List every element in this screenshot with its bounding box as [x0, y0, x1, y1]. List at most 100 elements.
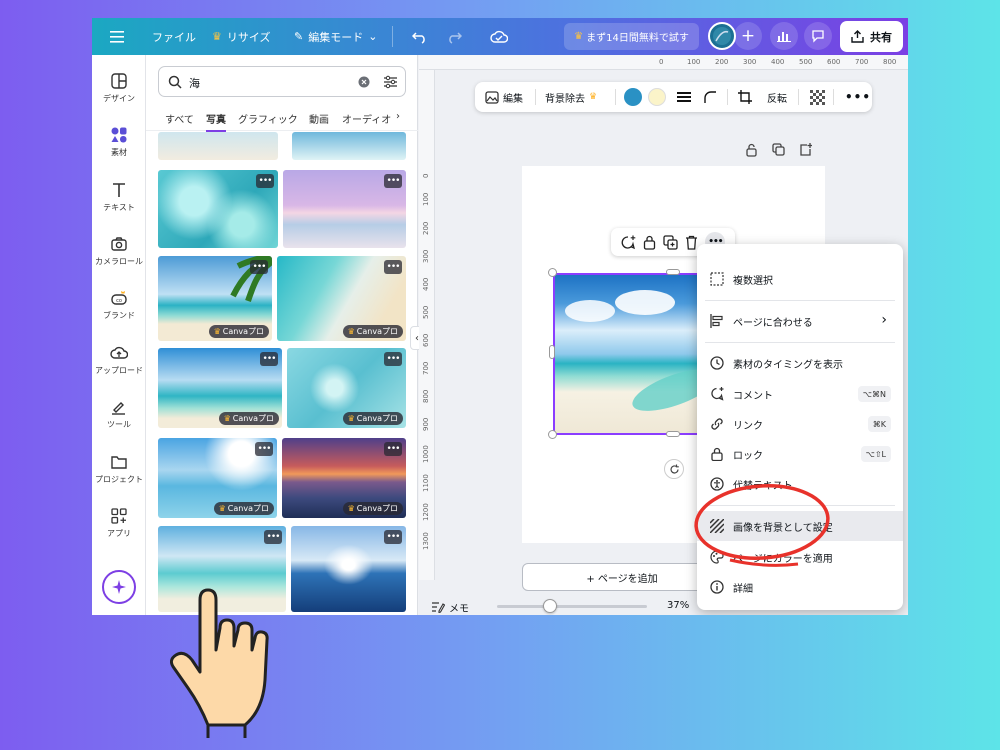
cloud-save-icon[interactable]	[490, 18, 508, 55]
more-icon[interactable]: •••	[256, 174, 274, 188]
edit-image-button[interactable]: 編集	[485, 82, 523, 112]
add-collaborator-icon[interactable]: +	[734, 22, 762, 50]
sidebar-item-projects[interactable]: プロジェクト	[92, 453, 146, 485]
filter-icon[interactable]	[383, 75, 398, 89]
tab-graphics[interactable]: グラフィック	[238, 111, 298, 126]
avatar[interactable]	[708, 22, 736, 50]
tab-all[interactable]: すべて	[165, 111, 194, 126]
flip-button[interactable]: 反転	[767, 82, 787, 112]
color-swatch-blue[interactable]	[624, 82, 642, 112]
more-options-icon[interactable]: •••	[845, 82, 871, 112]
photo-thumbnail[interactable]: ••• ♛ Canvaプロ	[287, 348, 406, 428]
photo-thumbnail[interactable]: •••	[283, 170, 406, 248]
resize-handle[interactable]	[666, 269, 680, 275]
duplicate-page-icon[interactable]	[772, 143, 785, 157]
bg-remove-button[interactable]: 背景除去 ♛	[545, 82, 597, 112]
color-swatch-cream[interactable]	[648, 82, 666, 112]
photo-thumbnail[interactable]: ••• ♛ Canvaプロ	[158, 348, 282, 428]
more-icon[interactable]: •••	[384, 260, 402, 274]
photo-thumbnail[interactable]: ••• ♛ Canvaプロ	[282, 438, 406, 518]
undo-icon[interactable]	[412, 18, 428, 55]
sidebar-item-upload[interactable]: アップロード	[92, 344, 146, 376]
tab-photos[interactable]: 写真	[206, 111, 226, 132]
duplicate-icon[interactable]	[663, 234, 678, 250]
sidebar-item-tools[interactable]: ツール	[92, 398, 146, 430]
more-icon[interactable]: •••	[384, 174, 402, 188]
trash-icon[interactable]	[685, 235, 698, 250]
zoom-slider-knob[interactable]	[542, 599, 557, 613]
tab-audio[interactable]: オーディオ	[342, 111, 394, 126]
divider	[392, 26, 393, 47]
resize-handle[interactable]	[549, 345, 555, 359]
resize-button[interactable]: ♛ リサイズ	[212, 18, 271, 55]
search-input[interactable]: 海	[189, 75, 200, 91]
menu-icon[interactable]	[110, 18, 126, 55]
sidebar-item-text[interactable]: テキスト	[92, 181, 146, 213]
border-style-icon[interactable]	[677, 82, 691, 112]
share-button[interactable]: 共有	[840, 21, 903, 52]
folder-icon	[111, 456, 127, 469]
lock-page-icon[interactable]	[745, 143, 758, 157]
magic-button[interactable]	[102, 570, 136, 604]
clear-icon[interactable]	[358, 76, 370, 88]
edit-mode-button[interactable]: ✎ 編集モード ⌄	[294, 18, 377, 55]
bg-remove-label: 背景除去	[545, 93, 585, 105]
more-icon[interactable]: •••	[250, 260, 268, 274]
trial-button[interactable]: ♛ まず14日間無料で試す	[564, 23, 699, 50]
selected-image[interactable]	[553, 273, 707, 435]
photo-thumbnail[interactable]: •••	[158, 170, 278, 248]
menu-item-show-timing[interactable]: 素材のタイミングを表示	[697, 348, 903, 378]
menu-item-comment[interactable]: コメント ⌥⌘N	[697, 379, 903, 409]
sidebar-item-camera-roll[interactable]: カメラロール	[92, 235, 146, 267]
redo-icon[interactable]	[446, 18, 462, 55]
comment-add-icon[interactable]	[621, 235, 636, 250]
menu-item-link[interactable]: リンク ⌘K	[697, 409, 903, 439]
sidebar-item-design[interactable]: デザイン	[92, 72, 146, 104]
photo-thumbnail[interactable]	[292, 132, 406, 160]
more-icon[interactable]: •••	[384, 442, 402, 456]
notes-icon[interactable]	[431, 600, 445, 613]
zoom-slider[interactable]	[497, 599, 647, 613]
comment-icon[interactable]	[804, 22, 832, 50]
chevron-right-icon[interactable]: ›	[396, 111, 400, 122]
photo-results-grid: ••• ••• ••• ♛ Canvaプロ ••• ♛ Canvaプロ ••• ♛ C…	[146, 132, 418, 615]
search-box[interactable]: 海	[158, 66, 406, 97]
sidebar-item-label: アプリ	[107, 529, 131, 538]
menu-item-multi-select[interactable]: 複数選択	[697, 264, 903, 294]
menu-item-details[interactable]: 詳細	[697, 572, 903, 602]
resize-handle[interactable]	[666, 431, 680, 437]
menu-item-align-page[interactable]: ページに合わせる ›	[697, 306, 903, 336]
highlight-annotation	[694, 484, 830, 567]
menu-item-lock[interactable]: ロック ⌥⇧L	[697, 439, 903, 469]
more-icon[interactable]: •••	[255, 442, 273, 456]
more-icon[interactable]: •••	[384, 352, 402, 366]
notes-label[interactable]: メモ	[449, 600, 469, 615]
photo-thumbnail[interactable]: •••	[291, 526, 406, 612]
sidebar-item-label: 素材	[111, 148, 127, 157]
resize-handle[interactable]	[548, 268, 557, 277]
transparency-icon[interactable]	[810, 82, 825, 112]
add-page-icon[interactable]	[799, 143, 812, 157]
rotate-handle[interactable]	[664, 459, 684, 479]
divider	[705, 300, 895, 301]
photo-thumbnail[interactable]: ••• ♛ Canvaプロ	[277, 256, 406, 341]
crop-icon[interactable]	[738, 82, 752, 112]
photo-thumbnail[interactable]: ••• ♛ Canvaプロ	[158, 438, 277, 518]
photo-thumbnail[interactable]: ••• ♛ Canvaプロ	[158, 256, 272, 341]
ruler-label: 200	[715, 58, 729, 66]
corner-rounding-icon[interactable]	[703, 82, 717, 112]
comment-add-icon	[711, 387, 724, 401]
tab-videos[interactable]: 動画	[309, 111, 329, 126]
more-icon[interactable]: •••	[264, 530, 282, 544]
sidebar-item-apps[interactable]: アプリ	[92, 507, 146, 539]
insights-icon[interactable]	[770, 22, 798, 50]
sidebar-item-elements[interactable]: 素材	[92, 126, 146, 158]
resize-handle[interactable]	[548, 430, 557, 439]
more-icon[interactable]: •••	[260, 352, 278, 366]
sidebar-item-label: プロジェクト	[95, 475, 143, 484]
lock-icon[interactable]	[643, 235, 656, 250]
photo-thumbnail[interactable]	[158, 132, 278, 160]
file-menu[interactable]: ファイル	[152, 18, 196, 55]
sidebar-item-brand[interactable]: co ブランド	[92, 289, 146, 321]
more-icon[interactable]: •••	[384, 530, 402, 544]
